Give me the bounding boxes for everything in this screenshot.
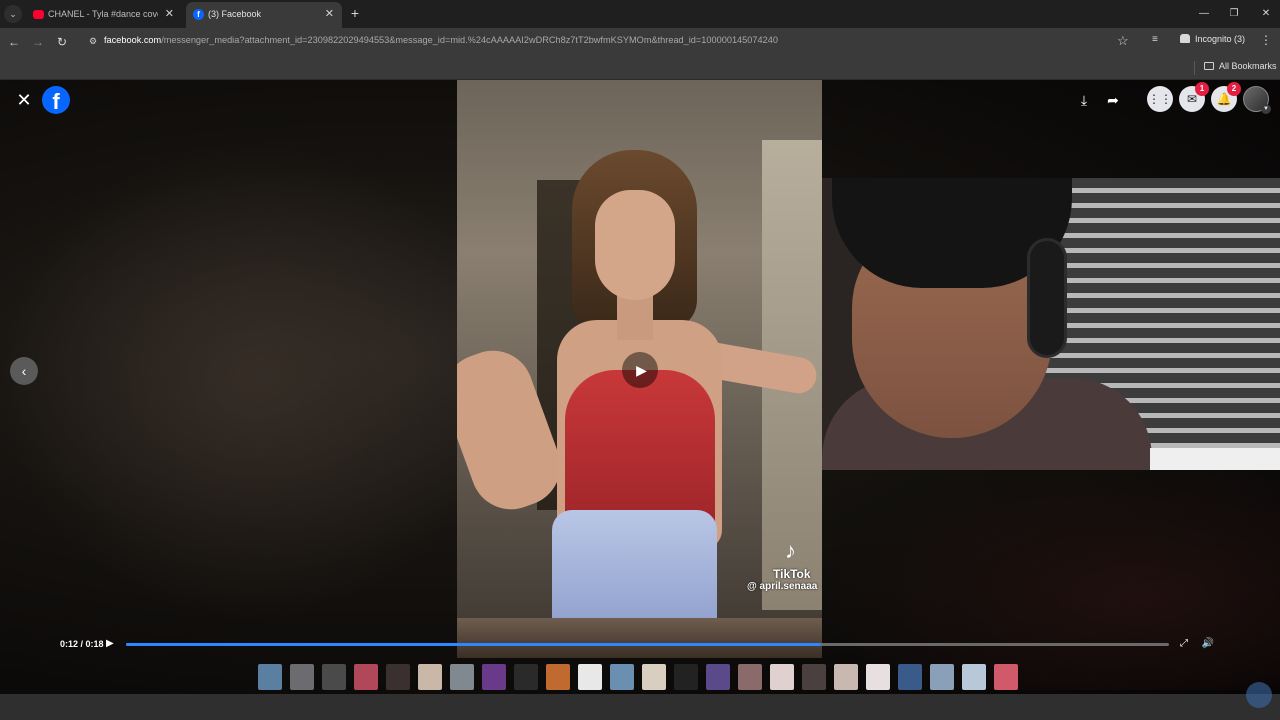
media-thumbnail[interactable]	[418, 664, 442, 690]
fullscreen-icon[interactable]: ⤢	[1177, 637, 1191, 651]
address-bar[interactable]: ⚙ facebook.com/messenger_media?attachmen…	[80, 31, 1140, 53]
webcam-overlay	[822, 178, 1280, 470]
progress-bar[interactable]	[126, 643, 1169, 646]
restore-icon[interactable]: ❐	[1226, 6, 1242, 22]
url-text[interactable]: facebook.com/messenger_media?attachment_…	[104, 35, 778, 45]
media-thumbnail[interactable]	[610, 664, 634, 690]
incognito-indicator[interactable]: Incognito (3)	[1180, 34, 1245, 44]
tab-title: (3) Facebook	[208, 9, 262, 19]
tab-youtube[interactable]: CHANEL - Tyla #dance cover - Y ✕	[26, 2, 182, 28]
download-icon[interactable]: ⤓	[1074, 90, 1094, 110]
play-icon[interactable]: ▶	[106, 637, 118, 651]
background-blur	[0, 140, 460, 620]
media-thumbnail[interactable]	[450, 664, 474, 690]
media-thumbnail[interactable]	[290, 664, 314, 690]
messenger-badge: 1	[1195, 82, 1209, 96]
media-thumbnail[interactable]	[642, 664, 666, 690]
media-thumbnail[interactable]	[738, 664, 762, 690]
notifications-bell-icon[interactable]: 🔔 2	[1211, 82, 1241, 112]
video-scene	[595, 190, 675, 300]
media-thumbnail[interactable]	[546, 664, 570, 690]
media-thumbnail[interactable]	[578, 664, 602, 690]
youtube-icon	[33, 10, 44, 19]
minimize-icon[interactable]: —	[1196, 6, 1212, 22]
tiktok-handle: @ april.senaaa	[747, 581, 818, 592]
previous-media-button[interactable]: ‹	[10, 357, 38, 385]
chat-bubble-icon[interactable]	[1246, 682, 1272, 708]
play-overlay-button[interactable]: ▶	[622, 352, 658, 388]
media-thumbnail[interactable]	[866, 664, 890, 690]
menu-grid-icon[interactable]: ⋮⋮	[1147, 86, 1173, 112]
bookmark-star-icon[interactable]: ☆	[1117, 33, 1129, 49]
webcam-scene	[1150, 448, 1280, 470]
incognito-label: Incognito (3)	[1195, 34, 1246, 44]
more-menu-icon[interactable]: ⋮	[1260, 33, 1272, 47]
bookmarks-divider	[1194, 61, 1195, 75]
browser-toolbar: ← → ↻ ⚙ facebook.com/messenger_media?att…	[0, 28, 1280, 56]
all-bookmarks-button[interactable]: All Bookmarks	[1204, 61, 1277, 71]
video-scene	[552, 510, 717, 630]
tab-search-icon[interactable]: ⌄	[4, 5, 22, 23]
new-tab-button[interactable]: +	[347, 5, 363, 21]
media-thumbnail[interactable]	[930, 664, 954, 690]
media-thumbnail[interactable]	[514, 664, 538, 690]
close-viewer-icon[interactable]: ✕	[14, 90, 34, 110]
headset-icon	[1027, 238, 1067, 358]
tab-search-list-icon[interactable]: ≡	[1152, 34, 1158, 45]
folder-icon	[1204, 62, 1214, 70]
tab-title: CHANEL - Tyla #dance cover - Y	[48, 9, 158, 19]
volume-icon[interactable]: 🔊	[1201, 637, 1215, 651]
media-thumbnail[interactable]	[802, 664, 826, 690]
tiktok-watermark: TikTok	[773, 567, 811, 581]
tiktok-logo-icon: ♪	[785, 538, 796, 563]
progress-fill	[126, 643, 822, 646]
bottom-bar	[0, 694, 1280, 720]
notifications-badge: 2	[1227, 82, 1241, 96]
video-scene	[457, 618, 822, 658]
media-thumbnail[interactable]	[962, 664, 986, 690]
reload-icon[interactable]: ↻	[54, 34, 70, 50]
media-thumbnail[interactable]	[706, 664, 730, 690]
media-thumbnail[interactable]	[482, 664, 506, 690]
bookmarks-bar: All Bookmarks	[0, 56, 1280, 80]
media-thumbnail[interactable]	[674, 664, 698, 690]
media-thumbnail[interactable]	[994, 664, 1018, 690]
background-blur	[820, 460, 1280, 690]
media-thumbnail[interactable]	[354, 664, 378, 690]
chevron-down-icon[interactable]: ▼	[1261, 104, 1271, 114]
messenger-icon[interactable]: ✉ 1	[1179, 82, 1209, 112]
forward-icon[interactable]: →	[30, 34, 46, 50]
close-tab-icon[interactable]: ✕	[165, 2, 174, 26]
site-info-icon[interactable]: ⚙	[86, 34, 100, 48]
video-scene	[565, 370, 715, 530]
media-thumbnail[interactable]	[770, 664, 794, 690]
video-frame[interactable]: ▶ ♪ TikTok @ april.senaaa	[457, 80, 822, 658]
media-thumbnail[interactable]	[258, 664, 282, 690]
close-tab-icon[interactable]: ✕	[325, 2, 334, 26]
incognito-icon	[1180, 34, 1190, 43]
facebook-icon: f	[193, 9, 204, 20]
media-thumbnail[interactable]	[386, 664, 410, 690]
all-bookmarks-label: All Bookmarks	[1219, 61, 1277, 71]
media-thumbnail[interactable]	[834, 664, 858, 690]
tab-strip: ⌄ CHANEL - Tyla #dance cover - Y ✕ f (3)…	[0, 0, 1280, 28]
facebook-logo-icon[interactable]: f	[42, 86, 70, 114]
media-thumbnail[interactable]	[898, 664, 922, 690]
media-thumbnail[interactable]	[322, 664, 346, 690]
close-window-icon[interactable]: ✕	[1258, 6, 1274, 22]
tab-facebook[interactable]: f (3) Facebook ✕	[186, 2, 342, 28]
back-icon[interactable]: ←	[6, 34, 22, 50]
share-icon[interactable]: ➦	[1103, 90, 1123, 110]
media-viewer: ✕ f ‹ ▶ ♪ TikTok @ april.senaaa ⤓ ➦ ⋮⋮ ✉…	[0, 80, 1280, 694]
playback-time: 0:12 / 0:18	[60, 639, 104, 649]
